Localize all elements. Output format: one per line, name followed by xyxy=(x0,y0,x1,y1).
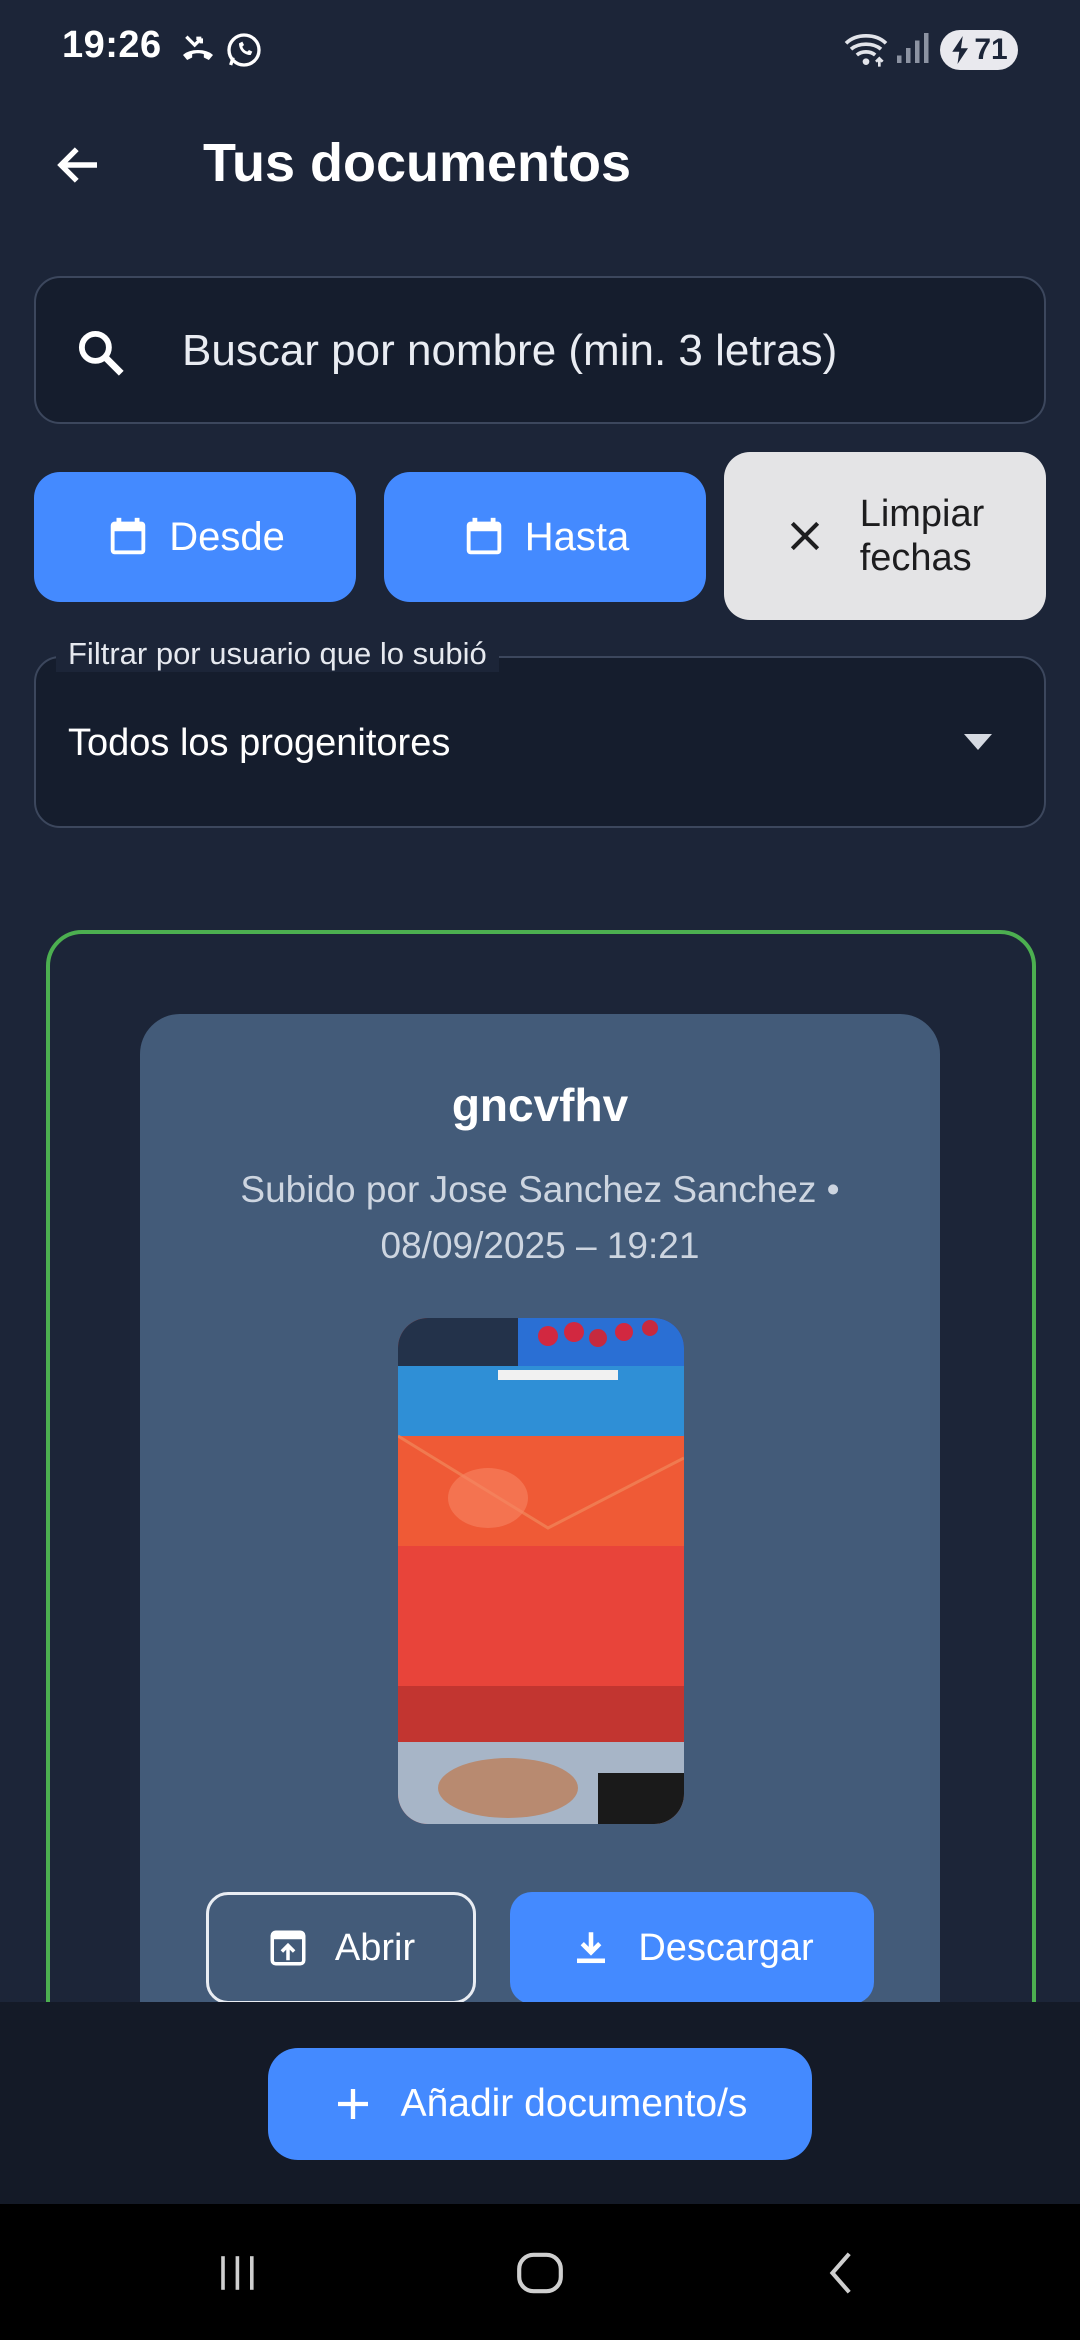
download-icon xyxy=(577,1932,606,1964)
download-button[interactable]: Descargar xyxy=(510,1892,874,2002)
document-name: gncvfhv xyxy=(451,1079,629,1131)
battery-charging-icon xyxy=(952,36,969,64)
status-time: 19:26 xyxy=(62,24,162,66)
download-button-label: Descargar xyxy=(638,1926,814,1969)
from-date-label: Desde xyxy=(169,514,285,559)
open-in-icon xyxy=(270,1930,306,1966)
nav-back-icon xyxy=(829,2252,851,2294)
add-document-label: Añadir documento/s xyxy=(400,2082,748,2125)
document-card[interactable]: gncvfhv Subido por Jose Sanchez Sanchez … xyxy=(140,1014,940,2002)
document-meta: Subido por Jose Sanchez Sanchez • 08/09/… xyxy=(180,1162,900,1274)
search-input[interactable] xyxy=(182,316,1002,386)
clear-dates-label-line1: Limpiar xyxy=(859,493,985,535)
clear-dates-button[interactable]: Limpiar fechas xyxy=(724,452,1046,620)
page-title: Tus documentos xyxy=(203,133,632,193)
calendar-icon xyxy=(466,517,501,555)
add-document-button[interactable]: Añadir documento/s xyxy=(268,2048,812,2160)
dropdown-arrow-icon xyxy=(960,730,996,754)
clear-dates-label-line2: fechas xyxy=(859,537,972,579)
battery-level: 71 xyxy=(974,33,1008,66)
nav-recents-button[interactable] xyxy=(198,2238,278,2308)
document-thumbnail[interactable] xyxy=(398,1318,684,1824)
document-list[interactable]: gncvfhv Subido por Jose Sanchez Sanchez … xyxy=(0,900,1080,2002)
to-date-button[interactable]: Hasta xyxy=(384,472,706,602)
nav-back-button[interactable] xyxy=(802,2238,882,2308)
whatsapp-icon xyxy=(224,30,264,70)
close-icon xyxy=(790,521,819,551)
document-uploader: Subido por Jose Sanchez Sanchez • xyxy=(240,1169,840,1210)
nav-home-button[interactable] xyxy=(500,2238,580,2308)
plus-icon xyxy=(337,2089,368,2119)
missed-call-icon xyxy=(178,30,218,70)
battery-indicator: 71 xyxy=(940,30,1018,70)
back-button[interactable] xyxy=(44,130,114,200)
clear-dates-label: Limpiar fechas xyxy=(860,492,985,580)
wifi-icon xyxy=(842,30,890,70)
user-filter-value: Todos los progenitores xyxy=(68,722,451,764)
status-bar: 19:26 71 xyxy=(0,0,1080,100)
search-icon xyxy=(74,326,128,380)
search-box[interactable] xyxy=(34,276,1046,424)
to-date-label: Hasta xyxy=(524,514,630,559)
user-filter-label: Filtrar por usuario que lo subió xyxy=(56,636,499,672)
home-icon xyxy=(517,2252,563,2294)
document-date: 08/09/2025 – 19:21 xyxy=(380,1225,700,1266)
calendar-icon xyxy=(110,517,146,555)
open-button-label: Abrir xyxy=(334,1926,416,1969)
open-button[interactable]: Abrir xyxy=(206,1892,476,2002)
from-date-button[interactable]: Desde xyxy=(34,472,356,602)
arrow-back-icon xyxy=(57,147,97,183)
bottom-panel: Añadir documento/s xyxy=(0,2002,1080,2204)
system-navigation-bar xyxy=(0,2204,1080,2340)
signal-icon xyxy=(894,30,930,66)
user-filter-dropdown[interactable]: Filtrar por usuario que lo subió Todos l… xyxy=(34,636,1046,828)
recents-icon xyxy=(221,2256,254,2290)
